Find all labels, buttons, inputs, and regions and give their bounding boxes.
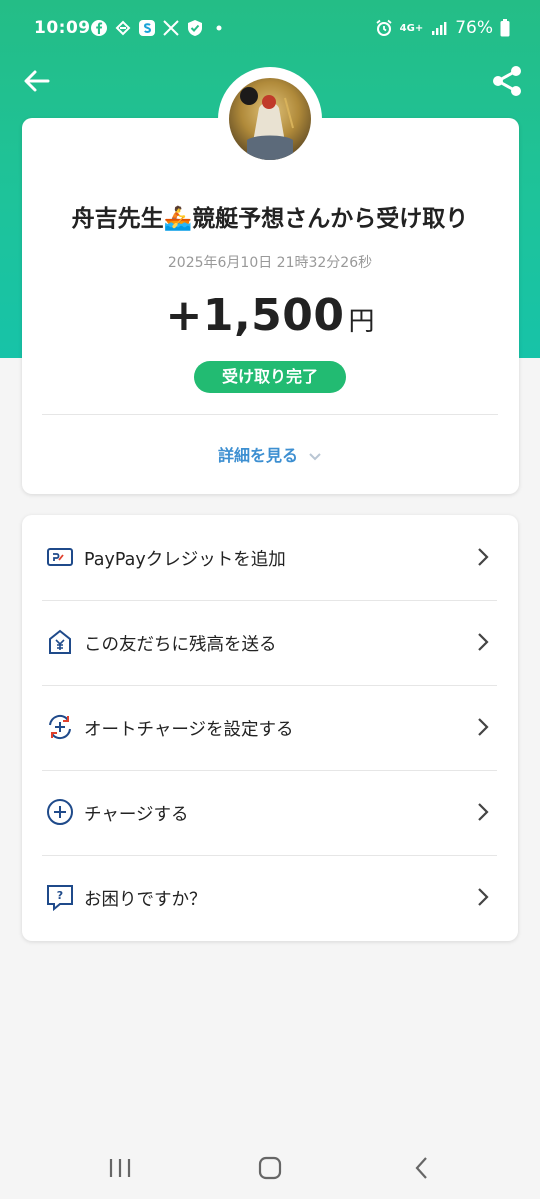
menu-item-label: チャージする — [84, 805, 189, 825]
svg-text:?: ? — [57, 889, 63, 902]
status-time: 10:09 — [34, 18, 91, 38]
s-app-icon — [139, 20, 155, 36]
plus-circle-icon — [47, 799, 73, 825]
dot-icon — [216, 25, 222, 31]
currency-unit: 円 — [348, 307, 375, 337]
back-nav-button[interactable] — [408, 1155, 438, 1181]
menu-item-label: この友だちに残高を送る — [84, 635, 277, 655]
view-details-button[interactable]: 詳細を見る — [0, 442, 540, 466]
network-type: 4G+ — [399, 22, 424, 34]
menu-item-help[interactable]: ? お困りですか？ — [22, 855, 518, 940]
menu-item-auto-charge[interactable]: オートチャージを設定する — [22, 685, 518, 770]
share-button[interactable] — [490, 64, 524, 98]
menu-item-label: お困りですか？ — [84, 890, 207, 910]
sync-app-icon — [115, 20, 131, 36]
amount-row: +1,500 円 — [0, 290, 540, 341]
paypay-card-icon — [47, 548, 73, 566]
status-right: 4G+ 76% — [375, 18, 510, 38]
status-bar: 10:09 4G+ 76% — [0, 0, 540, 60]
auto-charge-icon — [49, 714, 71, 740]
card-divider — [42, 414, 498, 415]
chevron-right-icon — [478, 633, 489, 651]
transaction-title: 舟吉先生🚣競艇予想さんから受け取り — [71, 206, 469, 232]
menu-item-label: PayPayクレジットを追加 — [84, 550, 286, 570]
battery-level: 76% — [455, 18, 493, 38]
back-button[interactable] — [22, 66, 52, 96]
battery-icon — [500, 19, 510, 37]
facebook-icon — [91, 20, 107, 36]
menu-item-add-paypay-credit[interactable]: PayPayクレジットを追加 — [22, 515, 518, 600]
transaction-timestamp: 2025年6月10日 21時32分26秒 — [167, 255, 373, 271]
alarm-icon — [376, 19, 392, 36]
status-badge: 受け取り完了 — [194, 361, 346, 393]
view-details-label: 詳細を見る — [217, 446, 298, 465]
recent-apps-button[interactable] — [105, 1155, 135, 1181]
menu-item-label: オートチャージを設定する — [84, 720, 294, 740]
notification-icons — [90, 19, 228, 37]
send-yen-icon — [49, 629, 71, 654]
x-icon — [163, 20, 179, 36]
shield-icon — [188, 20, 202, 36]
chevron-down-icon — [309, 452, 321, 460]
transaction-amount: +1,500 — [165, 290, 345, 341]
signal-icon — [432, 22, 447, 35]
home-button[interactable] — [255, 1155, 285, 1181]
chevron-right-icon — [478, 803, 489, 821]
menu-item-send-balance[interactable]: この友だちに残高を送る — [22, 600, 518, 685]
chevron-right-icon — [478, 718, 489, 736]
navigation-bar — [0, 1135, 540, 1199]
chevron-right-icon — [478, 548, 489, 566]
help-chat-icon: ? — [47, 885, 73, 911]
menu-item-charge[interactable]: チャージする — [22, 770, 518, 855]
avatar-image-icon — [240, 87, 294, 160]
sender-avatar[interactable] — [229, 78, 311, 160]
chevron-right-icon — [478, 888, 489, 906]
